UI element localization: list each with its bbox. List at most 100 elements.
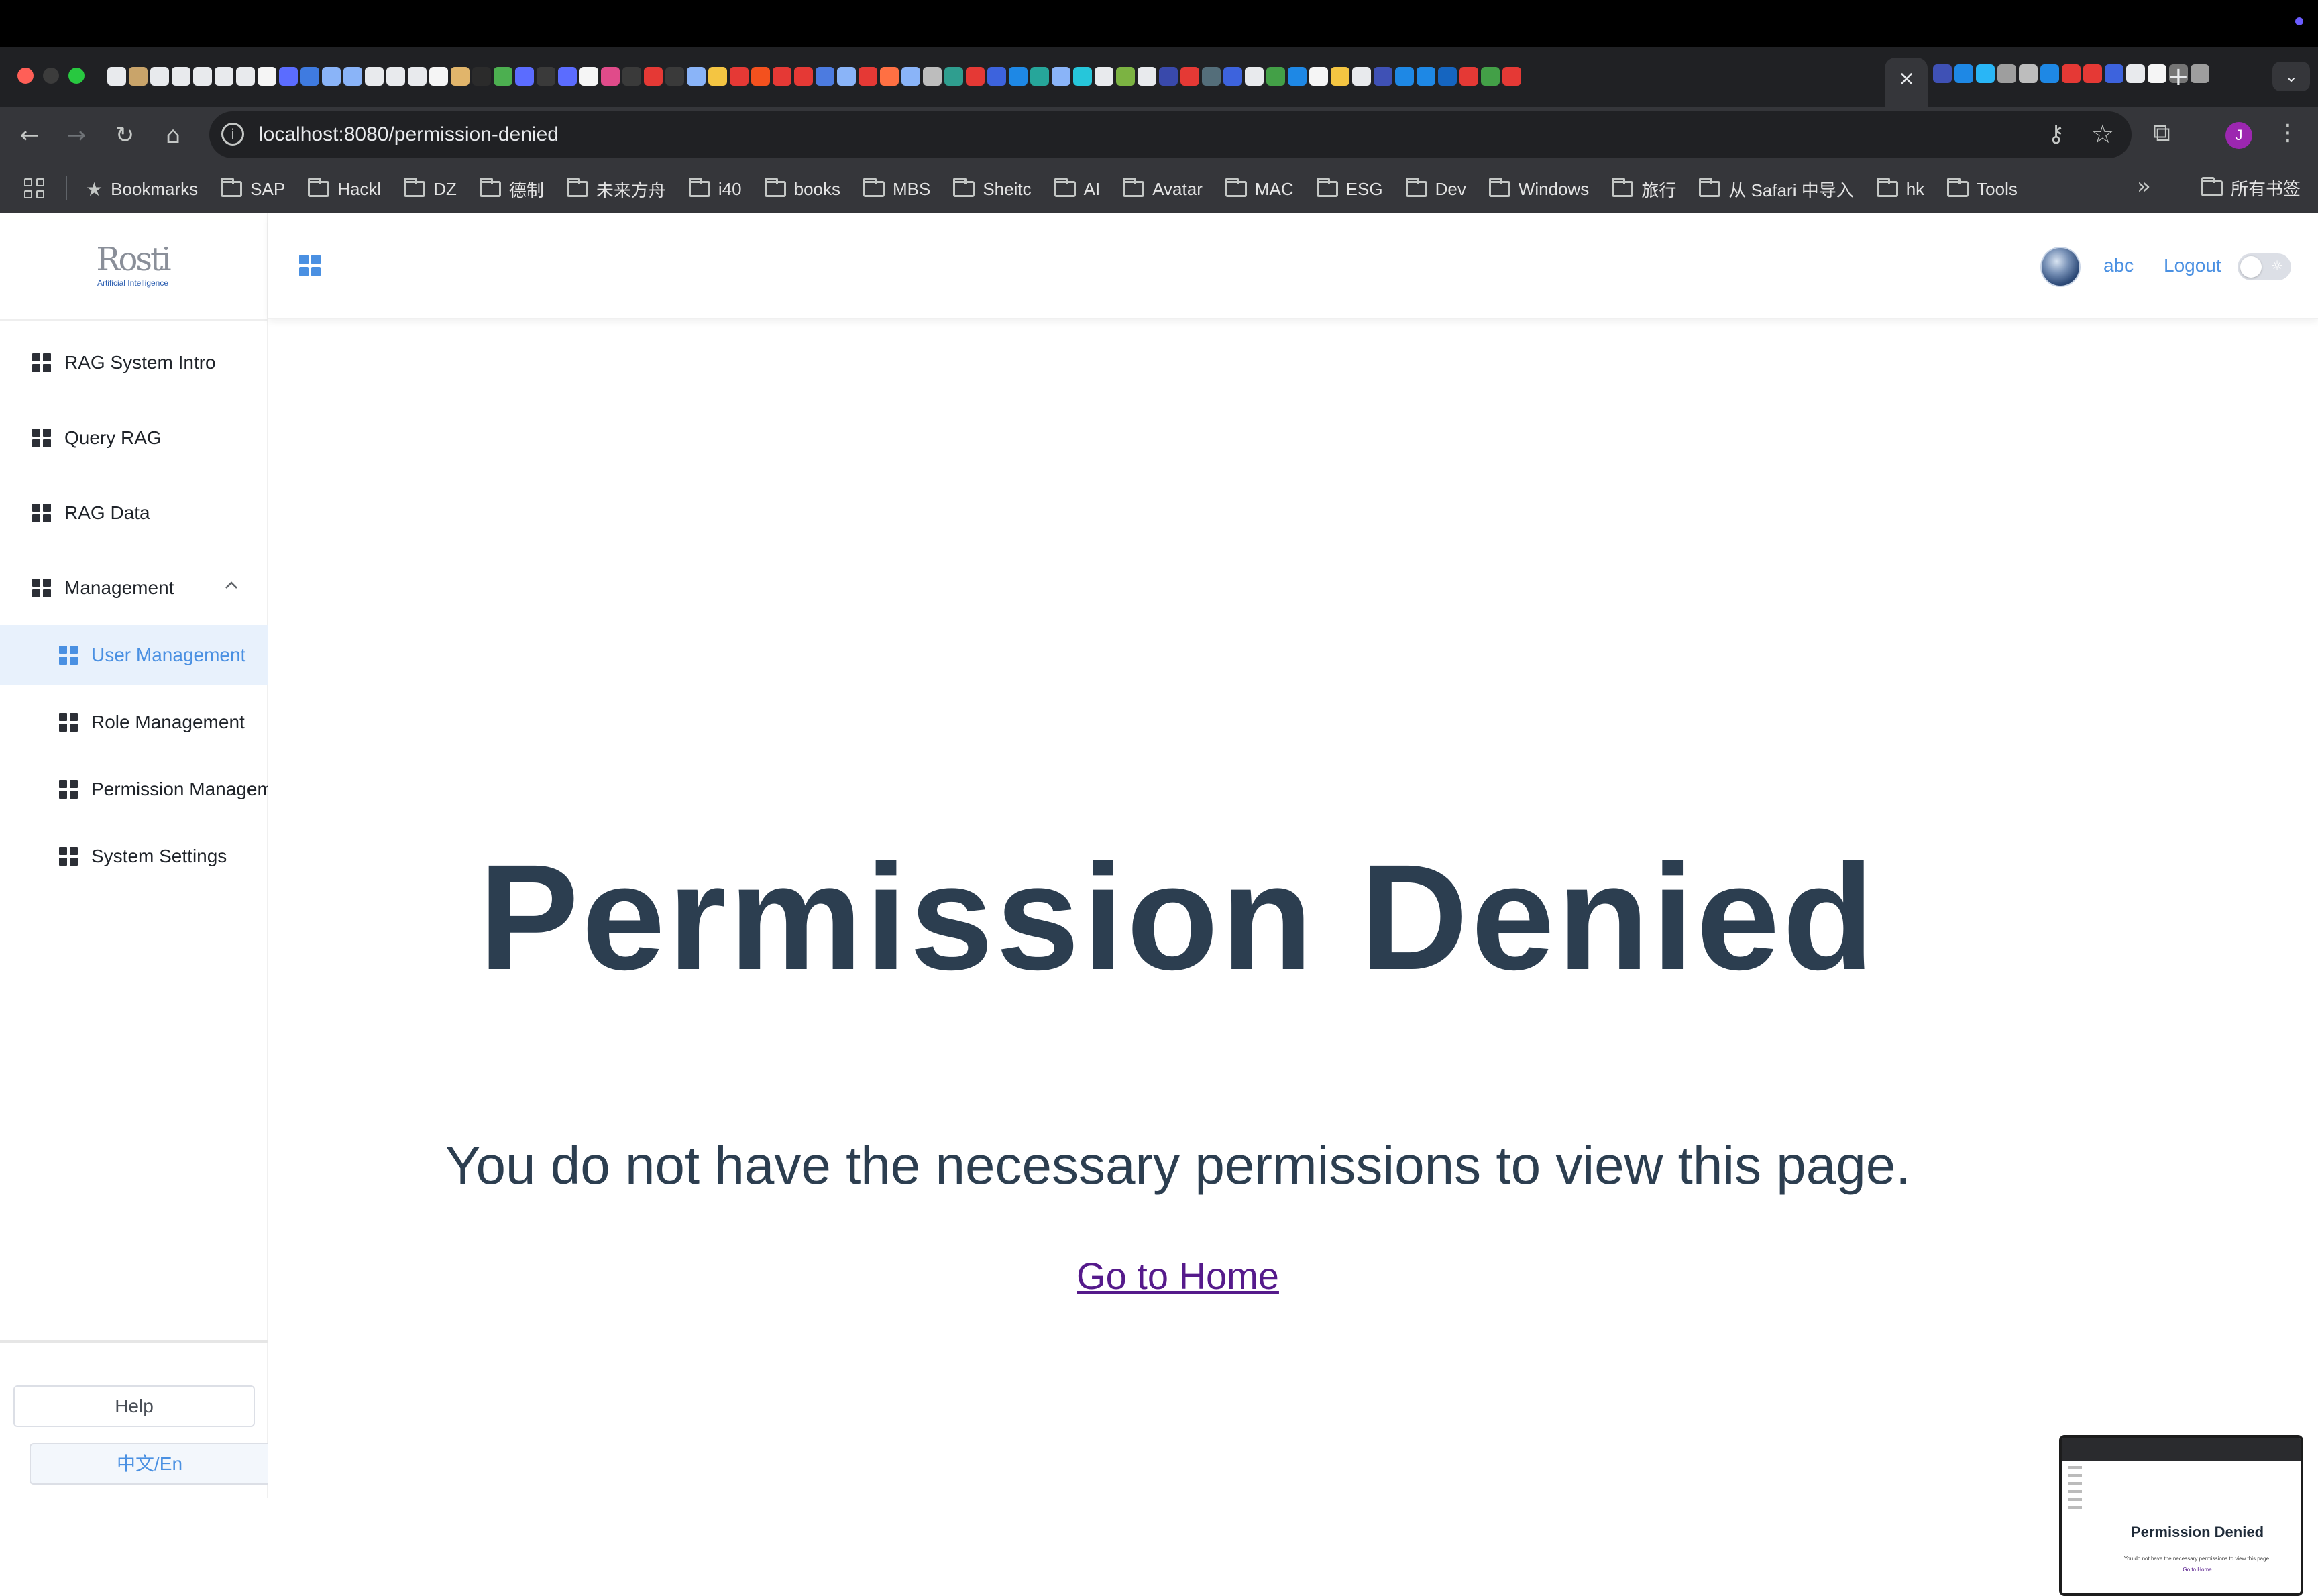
tab-favicon[interactable] [1223, 67, 1242, 86]
tab-favicon[interactable] [408, 67, 427, 86]
tab-favicon[interactable] [644, 67, 663, 86]
tab-favicon[interactable] [837, 67, 856, 86]
tab-favicon[interactable] [580, 67, 598, 86]
tab-favicon[interactable] [300, 67, 319, 86]
tab-favicon[interactable] [901, 67, 920, 86]
active-tab[interactable]: × [1885, 58, 1928, 107]
bookmark-folder-i40[interactable]: i40 [688, 178, 742, 200]
tab-favicon[interactable] [880, 67, 899, 86]
tab-favicon[interactable] [1997, 64, 2016, 83]
bookmarks-overflow-icon[interactable]: » [2137, 173, 2151, 200]
bookmark-folder-travel[interactable]: 旅行 [1612, 177, 1676, 202]
tab-favicon[interactable] [2191, 64, 2209, 83]
bookmark-folder-dz[interactable]: DZ [404, 178, 457, 200]
tab-favicon[interactable] [1030, 67, 1049, 86]
window-zoom-button[interactable] [68, 68, 85, 84]
tab-favicon[interactable] [322, 67, 341, 86]
bookmark-folder-books[interactable]: books [764, 178, 840, 200]
tab-favicon[interactable] [1309, 67, 1328, 86]
tab-favicon[interactable] [859, 67, 877, 86]
sidebar-item-permission-management[interactable]: Permission Managem [0, 759, 268, 819]
window-minimize-button[interactable] [43, 68, 59, 84]
tab-favicon[interactable] [1009, 67, 1028, 86]
bookmark-folder-esg[interactable]: ESG [1316, 178, 1383, 200]
tab-favicon[interactable] [687, 67, 706, 86]
tab-favicon[interactable] [2105, 64, 2123, 83]
bookmark-star-icon[interactable]: ☆ [2091, 119, 2114, 149]
tab-favicon[interactable] [1976, 64, 1995, 83]
bookmark-folder-safari-import[interactable]: 从 Safari 中导入 [1699, 177, 1854, 202]
tab-favicon[interactable] [107, 67, 126, 86]
apps-grid-icon[interactable] [24, 178, 44, 198]
tab-favicon[interactable] [343, 67, 362, 86]
bookmark-folder-weilai[interactable]: 未来方舟 [566, 177, 666, 202]
all-bookmarks-folder[interactable]: 所有书签 [2201, 176, 2301, 201]
bookmark-folder-mac[interactable]: MAC [1225, 178, 1294, 200]
sidebar-item-role-management[interactable]: Role Management [0, 692, 268, 752]
tab-favicon[interactable] [429, 67, 448, 86]
go-to-home-link[interactable]: Go to Home [1077, 1255, 1279, 1297]
browser-menu-icon[interactable]: ⋮ [2276, 119, 2299, 146]
tab-favicon[interactable] [923, 67, 942, 86]
bookmark-folder-sap[interactable]: SAP [221, 178, 285, 200]
tab-favicon[interactable] [1459, 67, 1478, 86]
tab-search-button[interactable]: ⌄ [2272, 62, 2310, 91]
tab-favicon[interactable] [236, 67, 255, 86]
help-button[interactable]: Help [13, 1385, 255, 1427]
sidebar-item-query-rag[interactable]: Query RAG [0, 408, 268, 468]
tab-favicon[interactable] [1116, 67, 1135, 86]
chevron-up-icon[interactable] [224, 578, 239, 593]
home-icon[interactable]: ⌂ [156, 118, 190, 153]
tab-favicon[interactable] [1395, 67, 1414, 86]
new-tab-button[interactable]: + [2168, 62, 2189, 91]
tab-favicon[interactable] [708, 67, 727, 86]
tab-favicon[interactable] [816, 67, 834, 86]
tab-favicon[interactable] [1933, 64, 1952, 83]
tab-favicon[interactable] [386, 67, 405, 86]
sidebar-item-user-management[interactable]: User Management [0, 625, 268, 685]
tab-favicon[interactable] [193, 67, 212, 86]
tab-favicon[interactable] [966, 67, 985, 86]
address-bar[interactable]: i localhost:8080/permission-denied ⚷ ☆ [209, 111, 2132, 158]
tab-favicon[interactable] [537, 67, 555, 86]
tab-favicon[interactable] [1374, 67, 1392, 86]
tab-favicon[interactable] [1095, 67, 1113, 86]
bookmark-folder-tools[interactable]: Tools [1947, 178, 2018, 200]
menu-collapse-grid-icon[interactable] [299, 255, 321, 276]
tab-favicon[interactable] [515, 67, 534, 86]
tab-favicon[interactable] [773, 67, 791, 86]
app-logo[interactable]: Rosti Artificial Intelligence [93, 241, 173, 292]
pinned-tab-favicons[interactable] [107, 64, 1891, 89]
tab-favicon[interactable] [987, 67, 1006, 86]
tab-favicon[interactable] [1180, 67, 1199, 86]
tab-favicon[interactable] [494, 67, 512, 86]
tab-favicon[interactable] [794, 67, 813, 86]
tab-close-icon[interactable]: × [1898, 67, 1915, 91]
bookmark-folder-ai[interactable]: AI [1054, 178, 1100, 200]
password-key-icon[interactable]: ⚷ [2048, 121, 2064, 148]
sidebar-item-management[interactable]: Management [0, 558, 268, 618]
tab-favicon[interactable] [1481, 67, 1500, 86]
tab-favicon[interactable] [129, 67, 148, 86]
site-info-icon[interactable]: i [221, 123, 244, 146]
tab-favicon[interactable] [1266, 67, 1285, 86]
tab-favicon[interactable] [1331, 67, 1349, 86]
tab-favicon[interactable] [2019, 64, 2038, 83]
tab-favicon[interactable] [172, 67, 190, 86]
tab-favicon[interactable] [2083, 64, 2102, 83]
bookmark-folder-dev[interactable]: Dev [1405, 178, 1466, 200]
tab-favicon[interactable] [1245, 67, 1264, 86]
tab-favicon[interactable] [730, 67, 749, 86]
tab-favicon[interactable] [215, 67, 233, 86]
tab-favicon[interactable] [622, 67, 641, 86]
tab-favicon[interactable] [258, 67, 276, 86]
tab-favicon[interactable] [2148, 64, 2166, 83]
tab-favicon[interactable] [2062, 64, 2081, 83]
back-arrow-icon[interactable]: ← [12, 118, 47, 153]
tab-favicon[interactable] [150, 67, 169, 86]
tab-favicon[interactable] [1954, 64, 1973, 83]
bookmark-folder-mbs[interactable]: MBS [863, 178, 930, 200]
language-toggle-button[interactable]: 中文/En [30, 1443, 268, 1485]
tab-favicon[interactable] [451, 67, 470, 86]
bookmark-folder-sheitc[interactable]: Sheitc [953, 178, 1032, 200]
